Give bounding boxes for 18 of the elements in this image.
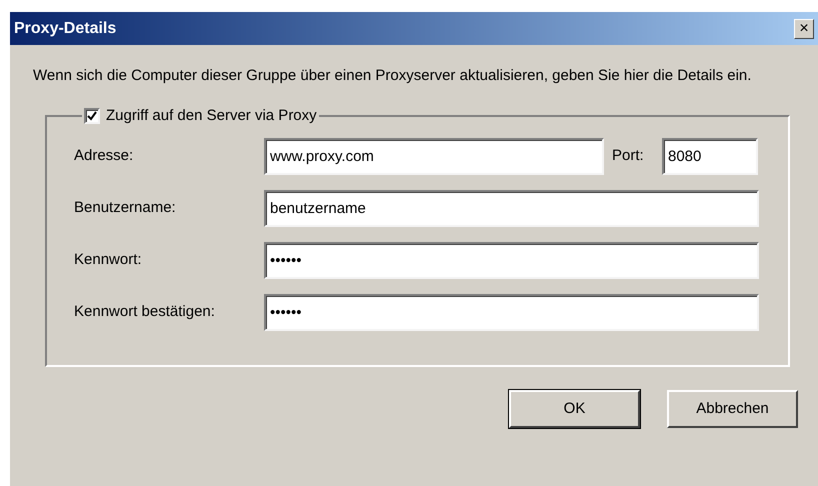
input-field[interactable]: benutzername <box>264 190 759 226</box>
checkbox-label[interactable]: Zugriff auf den Server via Proxy <box>106 105 317 128</box>
close-button[interactable]: × <box>794 18 814 38</box>
input-field[interactable]: •••••• <box>264 294 759 330</box>
field-label: Benutzername: <box>74 198 177 218</box>
field-label: Kennwort bestätigen: <box>74 302 216 322</box>
port-field[interactable]: 8080 <box>662 138 758 174</box>
input-field[interactable]: www.proxy.com <box>264 138 604 174</box>
input-field[interactable]: •••••• <box>264 242 759 278</box>
ok-button[interactable]: OK <box>509 390 640 428</box>
port-label: Port: <box>612 146 645 166</box>
checkmark-icon <box>87 111 97 122</box>
checkbox[interactable] <box>84 108 100 124</box>
field-label: Kennwort: <box>74 250 143 270</box>
field-label: Adresse: <box>74 146 134 166</box>
window-title: Proxy-Details <box>14 18 116 38</box>
cancel-button[interactable]: Abbrechen <box>667 390 798 428</box>
description-text: Wenn sich die Computer dieser Gruppe über einen Proxyserver aktualisieren, geben Sie hier die Details ein. <box>33 66 752 85</box>
